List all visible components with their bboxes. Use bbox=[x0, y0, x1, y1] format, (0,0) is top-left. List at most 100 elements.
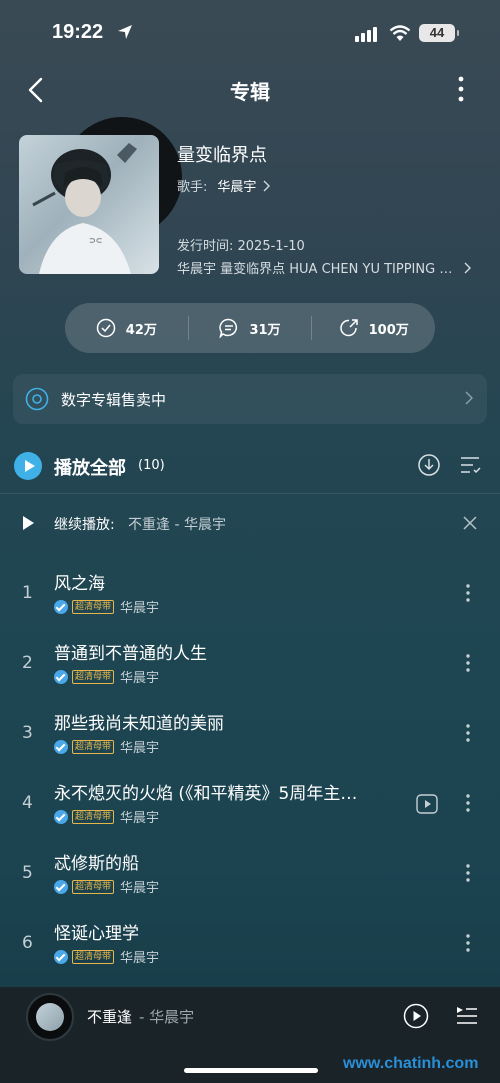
quality-badge: 超清母带 bbox=[72, 949, 115, 964]
more-vertical-icon[interactable] bbox=[463, 723, 473, 743]
song-meta: 超清母带 华晨宇 bbox=[54, 947, 159, 966]
status-bar: 19:22 44 bbox=[0, 0, 500, 66]
verified-icon bbox=[54, 669, 68, 684]
verified-icon bbox=[54, 599, 68, 614]
song-row[interactable]: 6 怪诞心理学 超清母带 华晨宇 bbox=[0, 913, 500, 973]
song-row[interactable]: 3 那些我尚未知道的美丽 超清母带 华晨宇 bbox=[0, 703, 500, 763]
mini-player[interactable]: 不重逢 - 华晨宇 www.chatinh.com bbox=[0, 987, 500, 1083]
chevron-right-icon bbox=[465, 391, 473, 405]
status-time: 19:22 bbox=[52, 21, 104, 43]
play-icon bbox=[23, 516, 34, 530]
more-vertical-icon[interactable] bbox=[463, 653, 473, 673]
wifi-icon bbox=[389, 25, 411, 41]
share-count: 100万 bbox=[368, 322, 409, 338]
song-meta: 超清母带 华晨宇 bbox=[54, 597, 159, 616]
svg-text:⊃⊂: ⊃⊂ bbox=[89, 236, 103, 245]
comment-button[interactable]: 31万 bbox=[189, 318, 312, 338]
mini-player-cover[interactable] bbox=[26, 993, 74, 1041]
stats-bar: 42万 31万 100万 bbox=[65, 303, 435, 353]
video-play-icon[interactable] bbox=[416, 793, 438, 815]
like-button[interactable]: 42万 bbox=[65, 318, 188, 338]
singer-name: 华晨宇 bbox=[217, 180, 257, 195]
share-button[interactable]: 100万 bbox=[312, 318, 435, 338]
like-count: 42万 bbox=[125, 322, 157, 338]
multi-select-icon[interactable] bbox=[458, 453, 482, 477]
quality-badge: 超清母带 bbox=[72, 739, 115, 754]
song-artist: 华晨宇 bbox=[120, 741, 160, 756]
verified-icon bbox=[54, 949, 68, 964]
song-artist: 华晨宇 bbox=[120, 671, 160, 686]
track-number: 5 bbox=[22, 863, 33, 883]
more-vertical-icon[interactable] bbox=[463, 933, 473, 953]
playlist-icon[interactable] bbox=[455, 1003, 479, 1027]
song-title: 那些我尚未知道的美丽 bbox=[54, 714, 224, 734]
song-artist: 华晨宇 bbox=[120, 601, 160, 616]
song-row[interactable]: 2 普通到不普通的人生 超清母带 华晨宇 bbox=[0, 633, 500, 693]
quality-badge: 超清母带 bbox=[72, 669, 115, 684]
singer-label: 歌手: bbox=[177, 180, 208, 195]
play-icon[interactable] bbox=[403, 1003, 429, 1029]
song-artist: 华晨宇 bbox=[120, 811, 160, 826]
chevron-right-icon bbox=[464, 262, 471, 273]
album-cover[interactable]: ⊃⊂ bbox=[19, 135, 159, 274]
album-description[interactable]: 华晨宇 量变临界点 HUA CHEN YU TIPPING POINT bbox=[177, 258, 477, 277]
song-row[interactable]: 5 忒修斯的船 超清母带 华晨宇 bbox=[0, 843, 500, 903]
battery-indicator: 44 bbox=[419, 24, 459, 42]
play-all-label[interactable]: 播放全部 bbox=[54, 454, 126, 480]
more-vertical-icon[interactable] bbox=[463, 583, 473, 603]
song-title: 风之海 bbox=[54, 574, 105, 594]
song-artist: 华晨宇 bbox=[120, 881, 160, 896]
song-meta: 超清母带 华晨宇 bbox=[54, 807, 159, 826]
song-title: 忒修斯的船 bbox=[54, 854, 139, 874]
song-row[interactable]: 4 永不熄灭的火焰 (《和平精英》5周年主… 超清母带 华晨宇 bbox=[0, 773, 500, 833]
description-text: 华晨宇 量变临界点 HUA CHEN YU TIPPING POINT bbox=[177, 262, 457, 277]
quality-badge: 超清母带 bbox=[72, 599, 115, 614]
release-date: 发行时间: 2025-1-10 bbox=[177, 239, 305, 254]
more-vertical-icon[interactable] bbox=[463, 793, 473, 813]
signal-icon bbox=[355, 27, 377, 42]
close-icon[interactable] bbox=[462, 515, 478, 531]
disc-icon bbox=[25, 387, 49, 411]
track-number: 3 bbox=[22, 723, 33, 743]
digital-album-banner[interactable]: 数字专辑售卖中 bbox=[13, 374, 487, 424]
continue-playing-row[interactable]: 继续播放: 不重逢 - 华晨宇 bbox=[0, 505, 500, 541]
song-meta: 超清母带 华晨宇 bbox=[54, 667, 159, 686]
download-icon[interactable] bbox=[417, 453, 441, 477]
song-title: 普通到不普通的人生 bbox=[54, 644, 207, 664]
share-icon bbox=[339, 319, 358, 337]
song-artist: 华晨宇 bbox=[120, 951, 160, 966]
quality-badge: 超清母带 bbox=[72, 809, 115, 824]
continue-label: 继续播放: bbox=[54, 517, 115, 533]
song-count: (10) bbox=[138, 458, 165, 473]
album-title: 量变临界点 bbox=[177, 145, 267, 166]
quality-badge: 超清母带 bbox=[72, 879, 115, 894]
continue-song: 不重逢 - 华晨宇 bbox=[128, 517, 226, 533]
song-row[interactable]: 1 风之海 超清母带 华晨宇 bbox=[0, 563, 500, 623]
track-number: 2 bbox=[22, 653, 33, 673]
track-number: 6 bbox=[22, 933, 33, 953]
player-song-title: 不重逢 bbox=[87, 1008, 133, 1026]
comment-count: 31万 bbox=[249, 322, 281, 338]
verified-icon bbox=[54, 739, 68, 754]
nav-bar: 专辑 bbox=[0, 66, 500, 112]
watermark: www.chatinh.com bbox=[343, 1055, 479, 1072]
page-title: 专辑 bbox=[230, 80, 270, 104]
play-all-button[interactable] bbox=[14, 452, 42, 480]
track-number: 4 bbox=[22, 793, 33, 813]
song-title: 怪诞心理学 bbox=[54, 924, 139, 944]
home-indicator bbox=[184, 1068, 318, 1073]
song-meta: 超清母带 华晨宇 bbox=[54, 877, 159, 896]
location-arrow-icon bbox=[118, 25, 132, 39]
track-number: 1 bbox=[22, 583, 33, 603]
chevron-right-icon bbox=[263, 180, 271, 191]
more-vertical-icon[interactable] bbox=[450, 74, 472, 104]
song-meta: 超清母带 华晨宇 bbox=[54, 737, 159, 756]
player-artist: - 华晨宇 bbox=[139, 1008, 195, 1026]
more-vertical-icon[interactable] bbox=[463, 863, 473, 883]
verified-icon bbox=[54, 809, 68, 824]
comment-icon bbox=[219, 318, 238, 338]
singer-link[interactable]: 歌手: 华晨宇 bbox=[177, 176, 271, 195]
verified-icon bbox=[54, 879, 68, 894]
song-title: 永不熄灭的火焰 (《和平精英》5周年主… bbox=[54, 784, 358, 804]
digital-album-label: 数字专辑售卖中 bbox=[61, 390, 167, 409]
